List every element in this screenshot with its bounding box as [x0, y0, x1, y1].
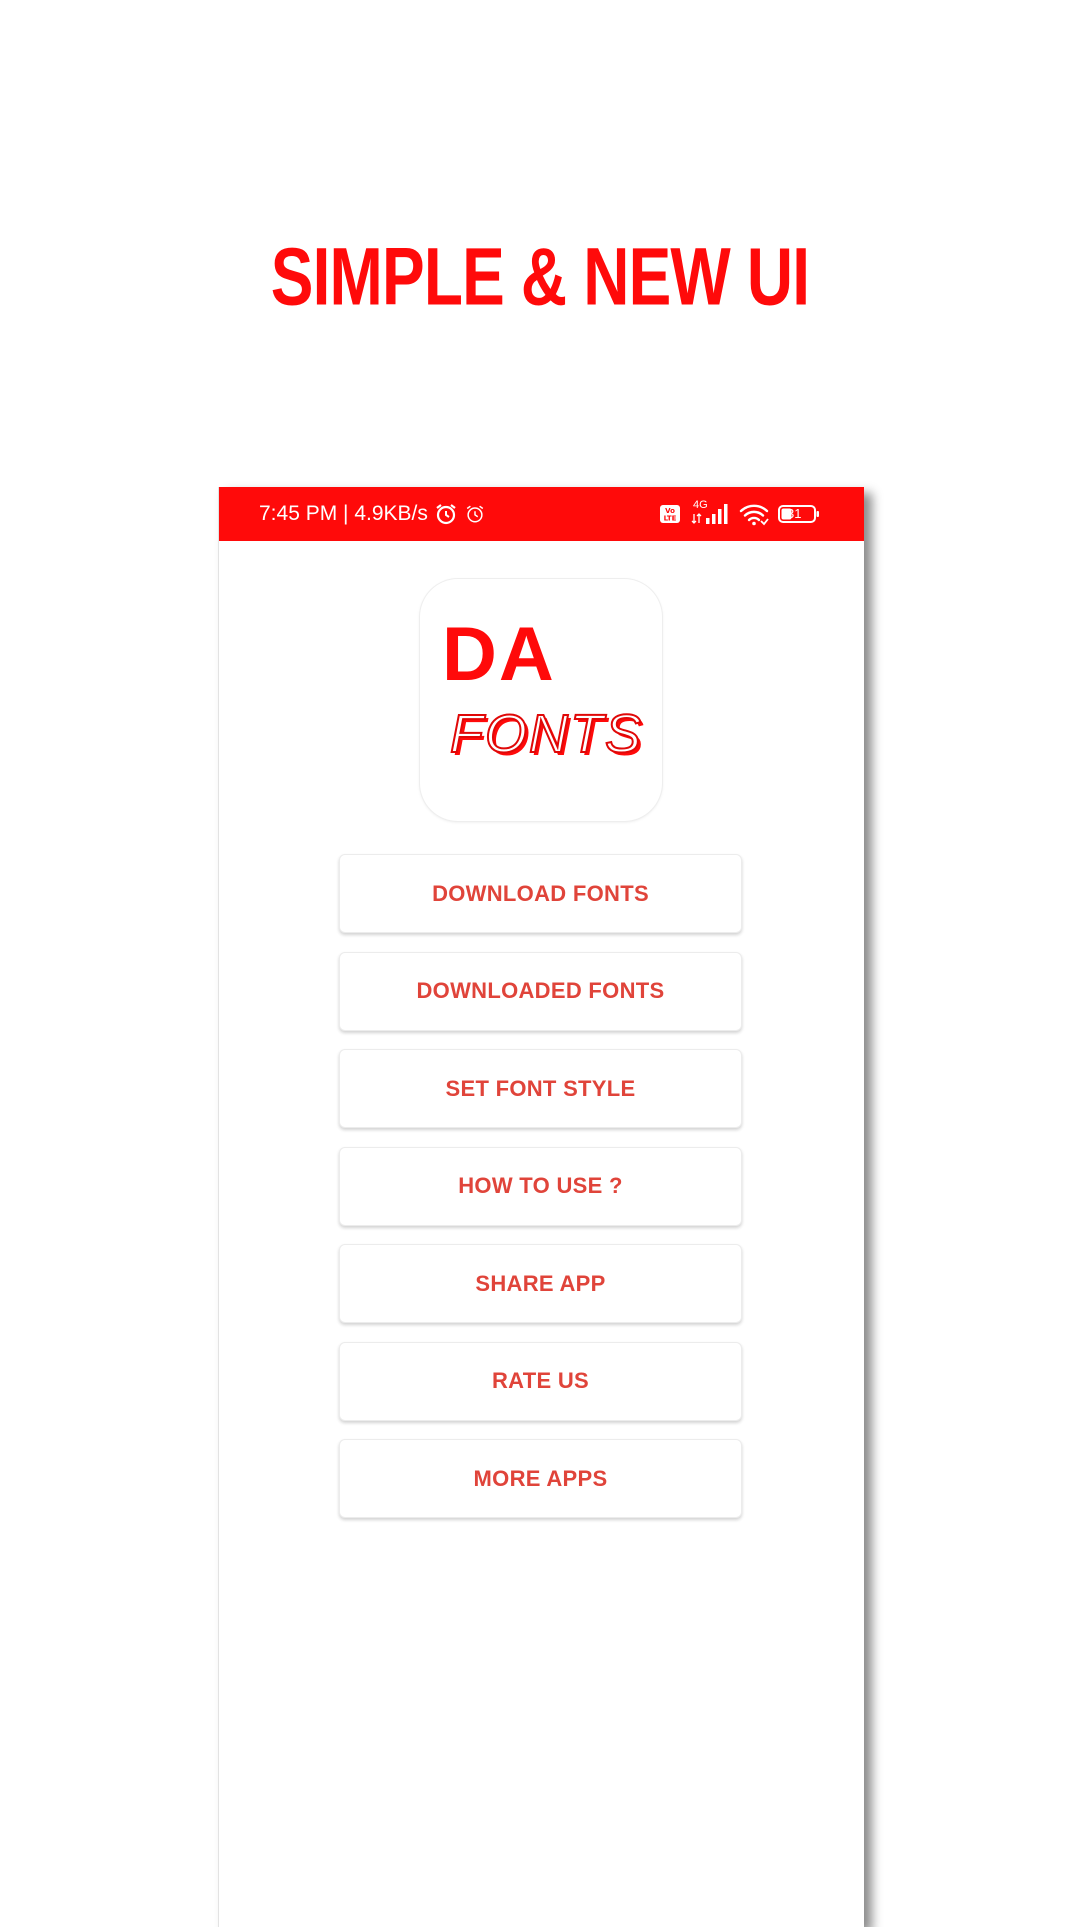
- svg-text:LTE: LTE: [664, 515, 677, 523]
- app-logo: DA FONTS: [420, 579, 662, 821]
- more-apps-button[interactable]: MORE APPS: [339, 1439, 742, 1518]
- status-bar: 7:45 PM | 4.9KB/s Vo LTE 4G 31: [219, 487, 864, 541]
- promo-headline: SIMPLE & NEW UI: [270, 229, 810, 323]
- logo-text-da: DA: [442, 612, 556, 697]
- signal-icon: 4G: [690, 499, 730, 527]
- alarm-clock-icon: [434, 502, 458, 526]
- logo-text-fonts: FONTS: [449, 703, 643, 765]
- download-fonts-button[interactable]: DOWNLOAD FONTS: [339, 854, 742, 933]
- share-app-button[interactable]: SHARE APP: [339, 1244, 742, 1323]
- status-left: 7:45 PM | 4.9KB/s: [259, 487, 486, 541]
- main-menu: DOWNLOAD FONTS DOWNLOADED FONTS SET FONT…: [339, 854, 744, 1537]
- battery-icon: 31: [778, 503, 820, 525]
- volte-icon: Vo LTE: [659, 503, 681, 525]
- status-right: Vo LTE 4G 31: [659, 487, 820, 541]
- downloaded-fonts-button[interactable]: DOWNLOADED FONTS: [339, 951, 742, 1031]
- how-to-use-button[interactable]: HOW TO USE ?: [339, 1146, 742, 1226]
- wifi-icon: [739, 502, 769, 526]
- status-time-speed: 7:45 PM | 4.9KB/s: [259, 502, 428, 525]
- battery-level: 31: [787, 506, 802, 521]
- phone-screen: 7:45 PM | 4.9KB/s Vo LTE 4G 31 DA FONTS …: [218, 487, 864, 1927]
- alarm-icon: [464, 503, 486, 525]
- rate-us-button[interactable]: RATE US: [339, 1341, 742, 1421]
- set-font-style-button[interactable]: SET FONT STYLE: [339, 1049, 742, 1128]
- network-label: 4G: [693, 499, 708, 511]
